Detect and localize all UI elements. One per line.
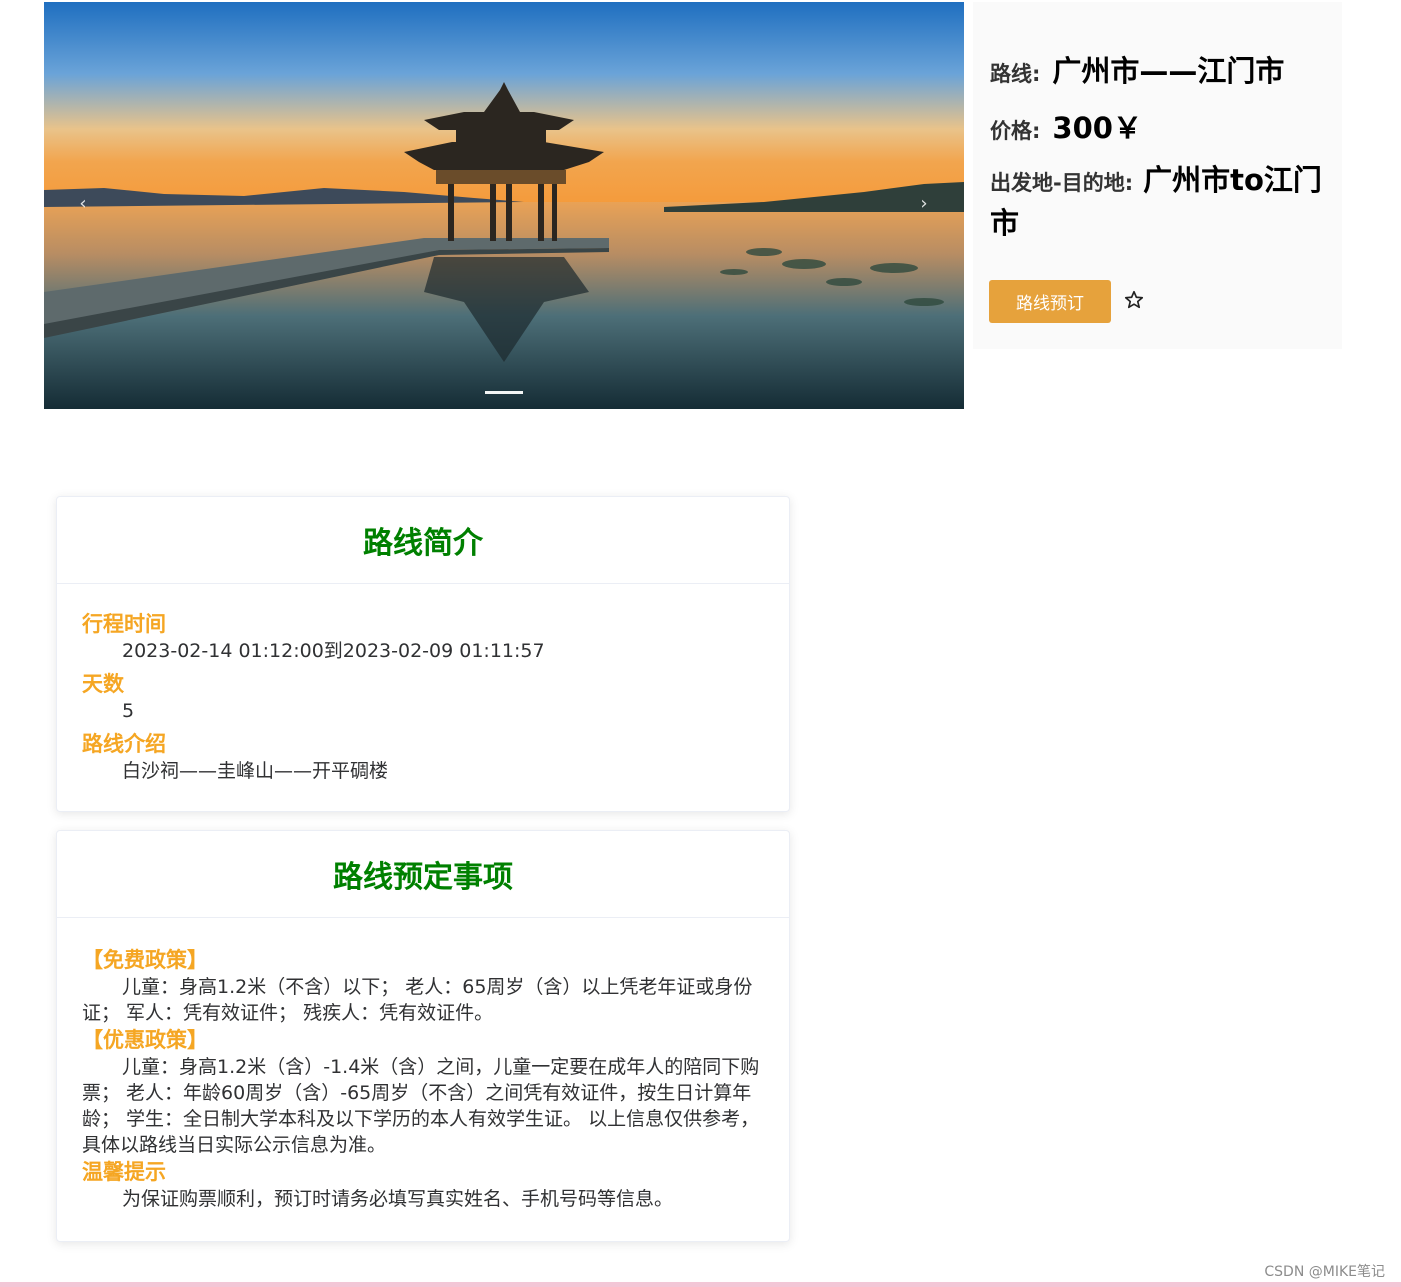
section-title: 温馨提示 xyxy=(82,1160,166,1184)
section-text: 白沙祠——圭峰山——开平碉楼 xyxy=(122,760,389,782)
chevron-right-icon: › xyxy=(920,193,928,214)
section-text: 儿童：身高1.2米（含）-1.4米（含）之间，儿童一定要在成年人的陪同下购票； … xyxy=(82,1056,760,1156)
route-row: 路线: 广州市——江门市 xyxy=(990,48,1325,90)
carousel-prev-arrow[interactable]: ‹ xyxy=(71,192,95,216)
carousel-indicator-active[interactable] xyxy=(485,391,523,394)
price-label: 价格: xyxy=(990,119,1041,143)
section-title: 行程时间 xyxy=(82,612,166,636)
card-header: 路线简介 xyxy=(57,497,789,584)
route-info-panel: 路线: 广州市——江门市 价格: 300￥ 出发地-目的地: 广州市to江门市 路线预… xyxy=(973,2,1342,349)
price-value: 300￥ xyxy=(1052,111,1142,145)
origin-destination-row: 出发地-目的地: 广州市to江门市 xyxy=(990,161,1325,247)
section-title: 【优惠政策】 xyxy=(82,1028,208,1052)
card-title: 路线预定事项 xyxy=(333,860,513,895)
card-title: 路线简介 xyxy=(363,526,483,561)
origin-destination-label: 出发地-目的地: xyxy=(990,171,1134,195)
image-carousel[interactable]: ‹ › xyxy=(44,2,964,409)
section-title: 【免费政策】 xyxy=(82,948,208,972)
section-title: 路线介绍 xyxy=(82,732,166,756)
section-text: 儿童：身高1.2米（不含）以下； 老人：65周岁（含）以上凭老年证或身份证； 军… xyxy=(82,976,753,1024)
carousel-next-arrow[interactable]: › xyxy=(912,192,936,216)
card-body: 【免费政策】 儿童：身高1.2米（不含）以下； 老人：65周岁（含）以上凭老年证… xyxy=(57,918,789,1212)
section-title: 天数 xyxy=(82,672,124,696)
route-label: 路线: xyxy=(990,62,1041,86)
watermark: CSDN @MIKE笔记 xyxy=(1264,1264,1385,1280)
carousel-slide-image xyxy=(44,2,964,409)
route-value: 广州市——江门市 xyxy=(1052,54,1285,88)
section-text: 2023-02-14 01:12:00到2023-02-09 01:11:57 xyxy=(122,640,545,662)
card-body: 行程时间 2023-02-14 01:12:00到2023-02-09 01:1… xyxy=(57,584,789,784)
price-row: 价格: 300￥ xyxy=(990,105,1325,147)
chevron-left-icon: ‹ xyxy=(79,193,87,214)
section-text: 为保证购票顺利，预订时请务必填写真实姓名、手机号码等信息。 xyxy=(122,1188,674,1210)
star-outline-icon[interactable] xyxy=(1123,289,1145,311)
book-route-button[interactable]: 路线预订 xyxy=(989,280,1111,323)
bottom-divider xyxy=(0,1282,1401,1287)
route-notice-card: 路线预定事项 【免费政策】 儿童：身高1.2米（不含）以下； 老人：65周岁（含… xyxy=(56,830,790,1242)
card-header: 路线预定事项 xyxy=(57,831,789,918)
route-intro-card: 路线简介 行程时间 2023-02-14 01:12:00到2023-02-09… xyxy=(56,496,790,812)
section-text: 5 xyxy=(122,700,135,722)
